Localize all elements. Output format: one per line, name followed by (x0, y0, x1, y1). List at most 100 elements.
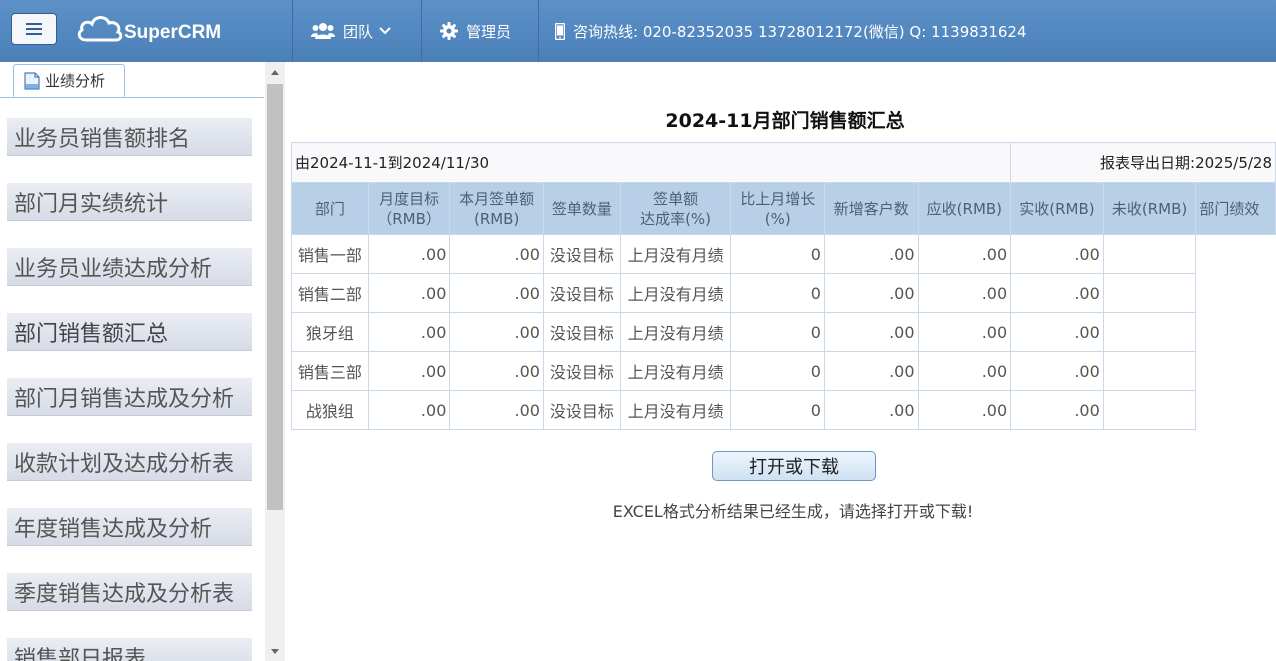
scroll-up-icon[interactable] (265, 62, 285, 82)
column-header: 月度目标 （RMB） (367, 182, 451, 235)
cell-signed: .00 (449, 312, 544, 352)
cell-unreceived (1102, 234, 1197, 274)
cell-receivable: .00 (917, 390, 1012, 430)
cell-count: 没设目标 (542, 390, 621, 430)
cloud-icon (77, 16, 123, 42)
logo-text: SuperCRM (124, 22, 222, 43)
column-header: 未收(RMB) (1102, 182, 1197, 235)
sidebar-item-dept-monthly-stats[interactable]: 部门月实绩统计 (7, 183, 252, 221)
column-header: 比上月增长 (%) (730, 182, 825, 235)
table-row: 销售三部 .00 .00 没设目标 上月没有月绩 0 .00 .00 .00 (291, 351, 1276, 391)
cell-count: 没设目标 (542, 273, 621, 313)
cell-unreceived (1102, 273, 1197, 313)
cell-signed: .00 (449, 273, 544, 313)
date-range: 由2024-11-1到2024/11/30 (290, 142, 1012, 183)
cell-count: 没设目标 (542, 351, 621, 391)
cell-rate: 上月没有月绩 (619, 390, 732, 430)
table-info-row: 由2024-11-1到2024/11/30 报表导出日期:2025/5/28 (290, 142, 1276, 183)
logo[interactable]: SuperCRM (76, 12, 226, 50)
sidebar-item-salesperson-ranking[interactable]: 业务员销售额排名 (7, 118, 252, 156)
open-or-download-button[interactable]: 打开或下载 (712, 451, 876, 481)
cell-dept: 销售二部 (291, 273, 369, 313)
column-header: 新增客户数 (823, 182, 919, 235)
column-header: 实收(RMB) (1010, 182, 1104, 235)
cell-rate: 上月没有月绩 (619, 351, 732, 391)
table-row: 狼牙组 .00 .00 没设目标 上月没有月绩 0 .00 .00 .00 (291, 312, 1276, 352)
cell-count: 没设目标 (542, 234, 621, 274)
cell-growth: 0 (730, 390, 825, 430)
table-row: 销售二部 .00 .00 没设目标 上月没有月绩 0 .00 .00 .00 (291, 273, 1276, 313)
cell-signed: .00 (449, 234, 544, 274)
column-header: 部门绩效 (1195, 182, 1276, 235)
cell-growth: 0 (730, 273, 825, 313)
cell-received: .00 (1010, 234, 1104, 274)
cell-growth: 0 (730, 351, 825, 391)
cell-rate: 上月没有月绩 (619, 234, 732, 274)
team-menu[interactable]: 团队 (292, 0, 421, 62)
main-content: 2024-11月部门销售额汇总 由2024-11-1到2024/11/30 报表… (285, 62, 1276, 661)
hotline-info: 咨询热线: 020-82352035 13728012172(微信) Q: 11… (538, 0, 1276, 62)
gear-icon (440, 22, 458, 40)
tab-performance-analysis[interactable]: 业绩分析 (13, 64, 125, 97)
mobile-phone-icon (555, 22, 565, 40)
admin-label: 管理员 (466, 22, 512, 41)
sidebar-item-dept-monthly-achievement[interactable]: 部门月销售达成及分析 (7, 378, 252, 416)
sidebar-item-quarterly-achievement[interactable]: 季度销售达成及分析表 (7, 573, 252, 611)
cell-dept: 战狼组 (291, 390, 369, 430)
cell-signed: .00 (449, 390, 544, 430)
admin-menu[interactable]: 管理员 (421, 0, 538, 62)
cell-unreceived (1102, 351, 1197, 391)
sidebar-item-dept-sales-summary[interactable]: 部门销售额汇总 (7, 313, 252, 351)
sidebar-item-annual-achievement[interactable]: 年度销售达成及分析 (7, 508, 252, 546)
cell-receivable: .00 (917, 234, 1012, 274)
table-row: 战狼组 .00 .00 没设目标 上月没有月绩 0 .00 .00 .00 (291, 390, 1276, 430)
chevron-down-icon (379, 27, 391, 35)
tab-label: 业绩分析 (45, 72, 106, 90)
scrollbar-thumb[interactable] (267, 84, 283, 510)
scroll-down-icon[interactable] (265, 641, 285, 661)
cell-target: .00 (367, 351, 451, 391)
sidebar-scrollbar[interactable] (265, 62, 285, 661)
column-header: 签单数量 (542, 182, 621, 235)
cell-new-clients: .00 (823, 234, 919, 274)
cell-received: .00 (1010, 390, 1104, 430)
table-row: 销售一部 .00 .00 没设目标 上月没有月绩 0 .00 .00 .00 (291, 234, 1276, 274)
cell-growth: 0 (730, 312, 825, 352)
menu-toggle-button[interactable] (11, 13, 57, 45)
sidebar-item-collection-plan[interactable]: 收款计划及达成分析表 (7, 443, 252, 481)
cell-received: .00 (1010, 351, 1104, 391)
download-message: EXCEL格式分析结果已经生成，请选择打开或下载! (612, 502, 974, 521)
sidebar: 业绩分析 业务员销售额排名 部门月实绩统计 业务员业绩达成分析 部门销售额汇总 … (0, 62, 285, 661)
hotline-text: 咨询热线: 020-82352035 13728012172(微信) Q: 11… (573, 22, 1027, 41)
cell-new-clients: .00 (823, 351, 919, 391)
cell-growth: 0 (730, 234, 825, 274)
cell-unreceived (1102, 312, 1197, 352)
cell-rate: 上月没有月绩 (619, 312, 732, 352)
report-title: 2024-11月部门销售额汇总 (665, 110, 905, 132)
cell-target: .00 (367, 390, 451, 430)
column-header: 应收(RMB) (917, 182, 1012, 235)
sidebar-item-daily-report[interactable]: 销售部日报表 (7, 638, 252, 661)
cell-new-clients: .00 (823, 273, 919, 313)
hamburger-icon (26, 23, 42, 25)
cell-dept: 狼牙组 (291, 312, 369, 352)
cell-received: .00 (1010, 312, 1104, 352)
sidebar-item-salesperson-achievement[interactable]: 业务员业绩达成分析 (7, 248, 252, 286)
cell-new-clients: .00 (823, 312, 919, 352)
cell-count: 没设目标 (542, 312, 621, 352)
cell-rate: 上月没有月绩 (619, 273, 732, 313)
column-header: 部门 (291, 182, 369, 235)
cell-target: .00 (367, 234, 451, 274)
cell-target: .00 (367, 273, 451, 313)
table-header-row: 部门 月度目标 （RMB） 本月签单额 (RMB) 签单数量 签单额 达成率(%) 比… (291, 182, 1276, 235)
cell-target: .00 (367, 312, 451, 352)
cell-received: .00 (1010, 273, 1104, 313)
users-icon (311, 22, 335, 40)
cell-receivable: .00 (917, 273, 1012, 313)
cell-receivable: .00 (917, 312, 1012, 352)
cell-dept: 销售三部 (291, 351, 369, 391)
cell-new-clients: .00 (823, 390, 919, 430)
cell-signed: .00 (449, 351, 544, 391)
cell-dept: 销售一部 (291, 234, 369, 274)
sales-summary-table: 由2024-11-1到2024/11/30 报表导出日期:2025/5/28 部… (290, 142, 1276, 430)
